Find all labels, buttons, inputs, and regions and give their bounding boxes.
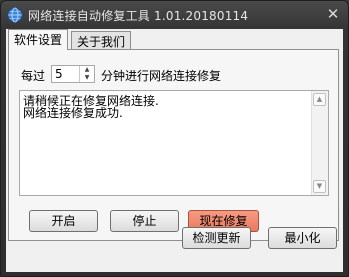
interval-prefix-label: 每过 — [21, 69, 46, 83]
tab-software-settings[interactable]: 软件设置 — [8, 29, 69, 50]
log-scrollbar[interactable]: ▲ ▼ — [311, 91, 328, 195]
settings-panel: 每过 5 ▲ ▼ 分钟进行网络连接修复 请稍候正在修复网络连接. 网络连接修复成… — [8, 49, 339, 241]
title-bar[interactable]: 网络连接自动修复工具 1.01.20180114 ✕ — [1, 1, 348, 29]
interval-input[interactable]: 5 — [55, 67, 63, 81]
stepper-down-icon[interactable]: ▼ — [80, 74, 94, 82]
start-button[interactable]: 开启 — [29, 210, 98, 232]
close-button[interactable]: ✕ — [324, 6, 342, 22]
tab-about-us[interactable]: 关于我们 — [71, 31, 132, 49]
window-title: 网络连接自动修复工具 1.01.20180114 — [28, 9, 249, 23]
client-area: 软件设置 关于我们 每过 5 ▲ ▼ 分钟进行网络连接修复 请稍候正在修复网络连… — [6, 29, 343, 272]
globe-icon — [7, 7, 23, 23]
interval-suffix-label: 分钟进行网络连接修复 — [101, 69, 222, 83]
scroll-down-icon[interactable]: ▼ — [313, 180, 326, 193]
minimize-button[interactable]: 最小化 — [268, 227, 337, 249]
stop-button[interactable]: 停止 — [110, 210, 179, 232]
check-update-button[interactable]: 检测更新 — [182, 227, 251, 249]
stepper-buttons: ▲ ▼ — [79, 66, 94, 82]
scroll-up-icon[interactable]: ▲ — [313, 93, 326, 106]
log-textarea[interactable]: 请稍候正在修复网络连接. 网络连接修复成功. ▲ ▼ — [19, 90, 329, 196]
main-window: 网络连接自动修复工具 1.01.20180114 ✕ 软件设置 关于我们 每过 … — [0, 0, 349, 277]
interval-stepper[interactable]: 5 ▲ ▼ — [51, 65, 95, 83]
stepper-up-icon[interactable]: ▲ — [80, 66, 94, 74]
log-line: 网络连接修复成功. — [23, 106, 123, 120]
close-icon: ✕ — [326, 5, 340, 23]
